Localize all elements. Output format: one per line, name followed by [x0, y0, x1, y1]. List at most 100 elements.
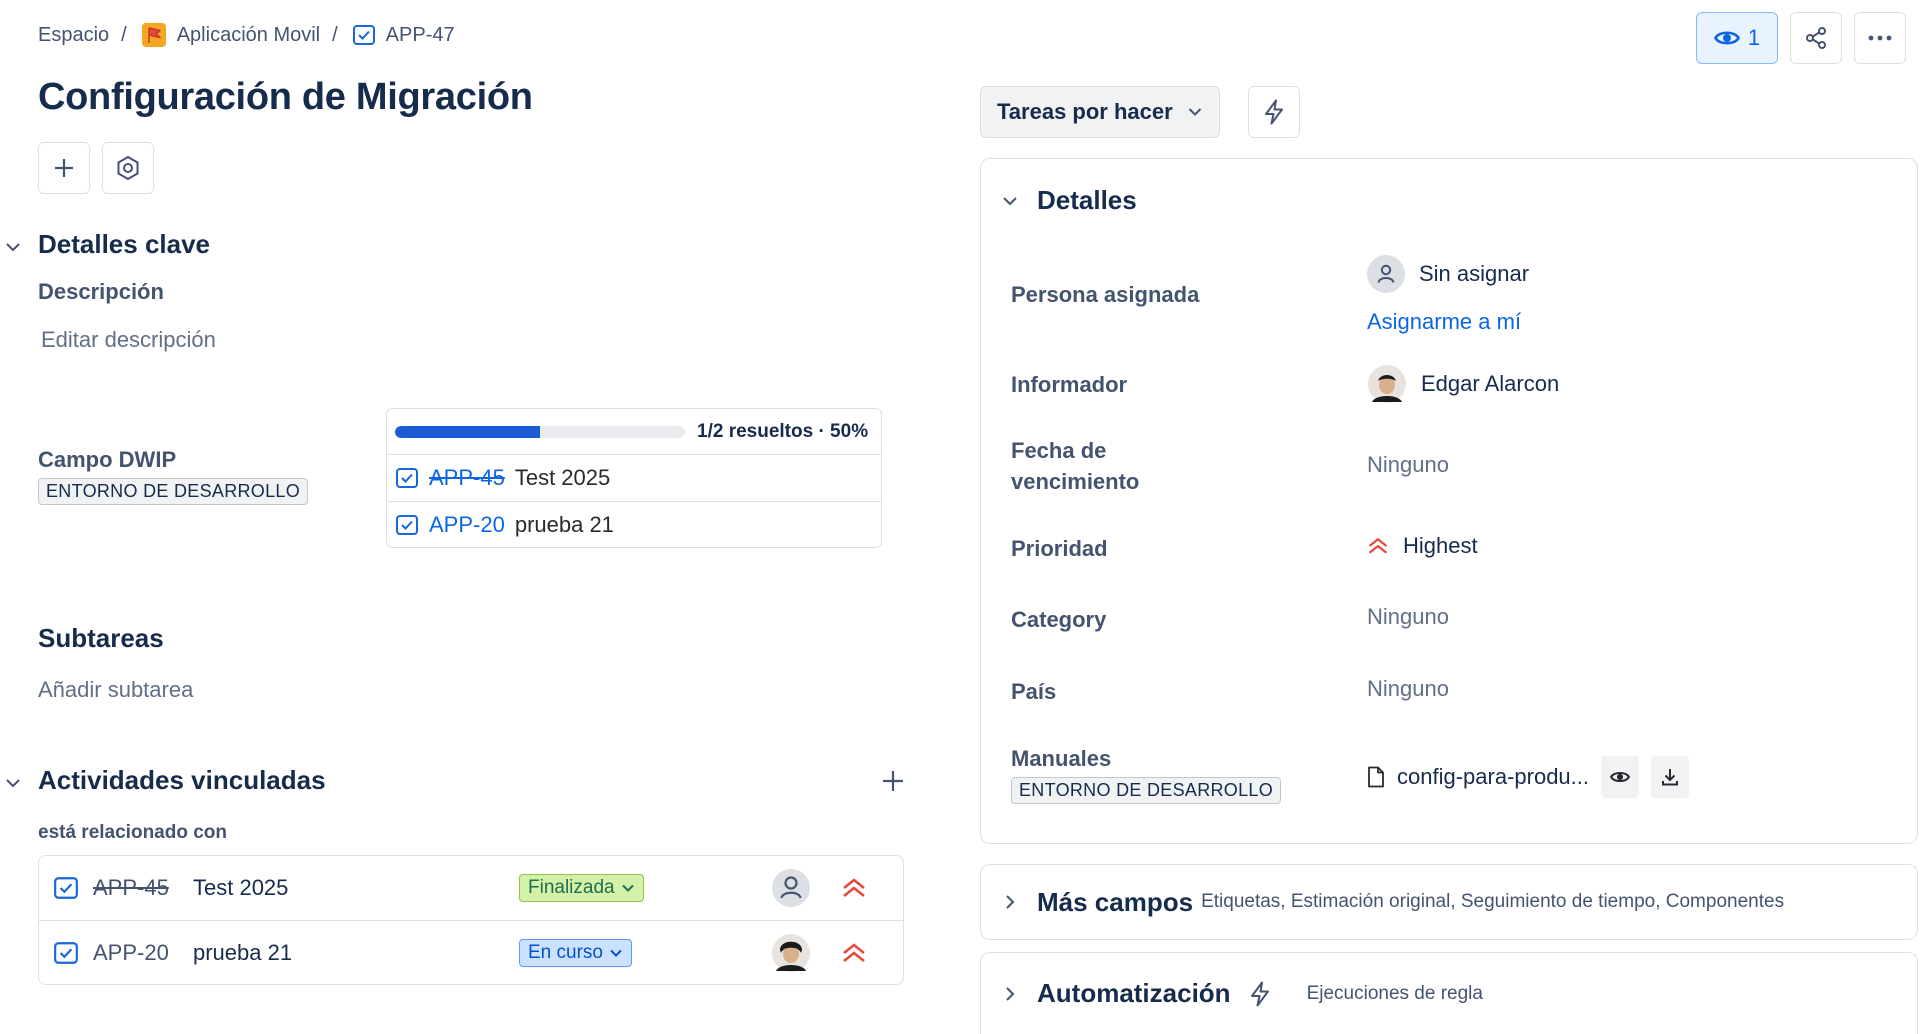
details-panel-header[interactable]: Detalles	[1001, 185, 1137, 216]
eye-icon	[1713, 28, 1740, 48]
reporter-avatar	[1367, 364, 1407, 404]
breadcrumb-space[interactable]: Espacio	[38, 24, 109, 47]
task-checkbox-icon	[395, 466, 419, 490]
status-label: Finalizada	[528, 877, 615, 898]
dwip-environment-lozenge: ENTORNO DE DESARROLLO	[38, 478, 309, 505]
page-title[interactable]: Configuración de Migración	[38, 76, 533, 119]
more-fields-section[interactable]: Más campos Etiquetas, Estimación origina…	[980, 864, 1918, 940]
chevron-right-icon	[1001, 985, 1019, 1003]
due-date-label-line1: Fecha de	[1011, 438, 1107, 463]
linked-toggle[interactable]	[4, 774, 22, 792]
dwip-item-key[interactable]: APP-45	[429, 465, 505, 491]
breadcrumb-separator: /	[121, 23, 127, 46]
preview-attachment-button[interactable]	[1601, 756, 1639, 798]
add-button[interactable]	[38, 142, 90, 194]
status-label: En curso	[528, 941, 603, 963]
status-transition-button[interactable]: Tareas por hacer	[980, 86, 1220, 138]
assignee-value: Sin asignar	[1419, 261, 1530, 286]
key-details-heading: Detalles clave	[38, 229, 211, 259]
chevron-down-icon	[4, 238, 22, 256]
chevron-down-icon	[1001, 192, 1019, 210]
status-dropdown[interactable]: En curso	[519, 938, 632, 967]
project-flag-icon	[141, 22, 167, 48]
watch-button[interactable]: 1	[1696, 12, 1778, 64]
chevron-right-icon	[1001, 893, 1019, 911]
dwip-progress-bar	[395, 425, 685, 438]
assign-to-me-link[interactable]: Asignarme a mí	[1367, 309, 1521, 335]
dwip-environment-text: ENTORNO DE DESARROLLO	[38, 478, 309, 505]
chevron-down-icon	[4, 774, 22, 792]
category-value[interactable]: Ninguno	[1367, 604, 1449, 630]
details-heading: Detalles	[1037, 185, 1137, 215]
dwip-progress-text: 1/2 resueltos · 50%	[697, 420, 869, 442]
breadcrumb-project[interactable]: Aplicación Movil	[141, 22, 320, 48]
status-transition-label: Tareas por hacer	[997, 99, 1173, 124]
dwip-item[interactable]: APP-20 prueba 21	[387, 501, 881, 547]
breadcrumb-space-label[interactable]: Espacio	[38, 24, 109, 47]
add-subtask-button[interactable]: Añadir subtarea	[38, 677, 193, 703]
linked-heading: Actividades vinculadas	[38, 765, 326, 795]
breadcrumb-issue[interactable]: APP-47	[352, 23, 455, 47]
country-label: País	[1011, 679, 1057, 704]
linked-item-key[interactable]: APP-45	[93, 875, 193, 901]
watch-count: 1	[1747, 25, 1761, 50]
automation-summary: Ejecuciones de regla	[1306, 982, 1483, 1004]
country-value[interactable]: Ninguno	[1367, 676, 1449, 702]
unassigned-avatar-icon	[1367, 255, 1405, 293]
assignee-avatar[interactable]	[771, 933, 811, 973]
task-checkbox-icon	[53, 940, 79, 966]
plus-icon	[52, 156, 76, 180]
dwip-item-key[interactable]: APP-20	[429, 512, 505, 538]
linked-item-summary[interactable]: Test 2025	[193, 875, 288, 901]
key-details-toggle[interactable]	[4, 238, 22, 256]
chevron-down-icon	[621, 881, 635, 895]
linked-item-row[interactable]: APP-45 Test 2025 Finalizada	[39, 856, 903, 920]
dwip-item[interactable]: APP-45 Test 2025	[387, 455, 881, 501]
due-date-label: Fecha de vencimiento	[1011, 435, 1139, 497]
reporter-field[interactable]: Edgar Alarcon	[1367, 364, 1559, 404]
more-actions-button[interactable]	[1854, 12, 1906, 64]
share-button[interactable]	[1790, 12, 1842, 64]
apps-hexagon-icon	[115, 155, 141, 181]
dwip-item-summary: Test 2025	[514, 465, 611, 490]
automation-quick-button[interactable]	[1248, 86, 1300, 138]
manuals-environment-lozenge: ENTORNO DE DESARROLLO	[1011, 777, 1282, 804]
status-dropdown[interactable]: Finalizada	[519, 874, 644, 902]
share-icon	[1804, 26, 1828, 50]
priority-highest-icon	[841, 877, 867, 899]
assignee-field[interactable]: Sin asignar	[1367, 255, 1529, 293]
manuals-label: Manuales	[1011, 746, 1112, 771]
chevron-down-icon	[609, 946, 623, 960]
lightning-bolt-icon	[1263, 99, 1285, 125]
automation-heading: Automatización	[1037, 978, 1231, 1008]
linked-item-summary[interactable]: prueba 21	[193, 940, 292, 966]
breadcrumb-issue-label[interactable]: APP-47	[386, 24, 455, 47]
linked-item-key[interactable]: APP-20	[93, 940, 193, 966]
apps-button[interactable]	[102, 142, 154, 194]
breadcrumb-separator: /	[332, 23, 338, 46]
more-fields-title: Más campos Etiquetas, Estimación origina…	[1037, 887, 1784, 918]
assignee-avatar[interactable]	[771, 868, 811, 908]
link-relation-label: está relacionado con	[38, 822, 228, 843]
attachment-filename[interactable]: config-para-produ...	[1397, 764, 1589, 790]
category-label: Category	[1011, 607, 1107, 632]
dwip-progress-header: 1/2 resueltos · 50%	[387, 409, 881, 455]
lightning-bolt-icon	[1249, 981, 1271, 1007]
more-fields-heading: Más campos	[1037, 886, 1194, 917]
add-link-button[interactable]	[880, 768, 906, 794]
linked-item-row[interactable]: APP-20 prueba 21 En curso	[39, 920, 903, 984]
more-fields-summary: Etiquetas, Estimación original, Seguimie…	[1201, 891, 1785, 912]
task-checkbox-icon	[53, 875, 79, 901]
due-date-value[interactable]: Ninguno	[1367, 452, 1449, 478]
download-attachment-button[interactable]	[1651, 756, 1689, 798]
priority-field[interactable]: Highest	[1367, 533, 1478, 559]
automation-section[interactable]: Automatización Ejecuciones de regla	[980, 952, 1918, 1034]
eye-icon	[1610, 769, 1630, 785]
dwip-progress-fill	[395, 425, 540, 438]
more-horizontal-icon	[1867, 34, 1893, 42]
breadcrumb-project-label[interactable]: Aplicación Movil	[177, 24, 320, 47]
manuals-attachment: config-para-produ...	[1367, 756, 1689, 798]
description-editor[interactable]: Editar descripción	[41, 327, 216, 353]
file-icon	[1367, 766, 1385, 788]
priority-value: Highest	[1403, 533, 1478, 558]
